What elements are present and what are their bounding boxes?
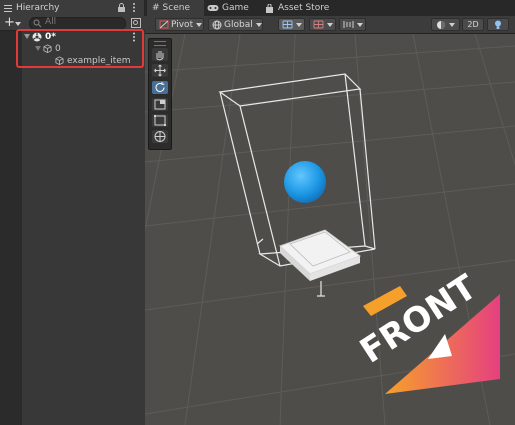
list-icon (4, 5, 12, 12)
chevron-down-icon (255, 22, 262, 27)
global-dropdown[interactable]: Global (208, 18, 263, 31)
gamepad-icon (207, 5, 219, 11)
mode-2d-button[interactable]: 2D (462, 18, 484, 31)
kebab-menu-icon[interactable] (132, 2, 136, 16)
front-orientation-gizmo: FRONT (353, 267, 500, 394)
pivot-dropdown[interactable]: Pivot (155, 18, 204, 31)
scene-viewport[interactable]: FRONT (145, 34, 515, 425)
increment-snap-button[interactable] (309, 18, 336, 31)
tab-game[interactable]: Game (207, 0, 262, 16)
move-arrows-icon (154, 64, 166, 77)
scene-tools-overlay (148, 38, 172, 150)
grid-snapping-button[interactable] (278, 18, 305, 31)
rotate-icon (155, 82, 165, 92)
sphere-object (284, 161, 326, 203)
tab-asset-store[interactable]: Asset Store (265, 0, 355, 16)
chevron-down-icon (296, 22, 302, 27)
lighting-toggle[interactable] (487, 18, 509, 31)
chevron-down-icon (327, 22, 333, 27)
globe-icon (212, 20, 222, 29)
rotate-tool-button[interactable] (152, 81, 168, 94)
global-label: Global (224, 19, 253, 30)
add-button[interactable]: + (4, 15, 15, 30)
chevron-down-icon (449, 22, 455, 27)
chevron-down-icon (196, 22, 203, 27)
scale-icon (154, 99, 166, 110)
transform-tool-button[interactable] (152, 130, 168, 143)
search-placeholder: All (45, 17, 57, 27)
tab-label: Game (222, 3, 249, 13)
drag-handle-icon[interactable] (154, 41, 166, 46)
draw-mode-dropdown[interactable] (431, 18, 460, 31)
scale-tool-button[interactable] (152, 98, 168, 111)
hand-icon (156, 51, 164, 61)
snap-increment-icon (313, 20, 324, 29)
add-dropdown-icon[interactable] (15, 22, 21, 26)
tab-scene[interactable]: # Scene (147, 0, 204, 16)
lock-icon[interactable] (117, 3, 126, 16)
transform-gizmo-icon (154, 131, 166, 142)
pivot-icon (159, 20, 169, 29)
pivot-label: Pivot (171, 19, 194, 30)
shopping-bag-icon (266, 3, 273, 13)
search-icon (33, 19, 42, 28)
grid-snap-icon (282, 20, 293, 29)
rect-tool-button[interactable] (152, 114, 168, 127)
scene-grid-drawing: FRONT (145, 34, 515, 425)
tab-label: Scene (162, 3, 190, 13)
selection-highlight-box (16, 29, 144, 68)
align-dropdown[interactable] (339, 18, 366, 31)
chevron-down-icon (357, 22, 363, 27)
lightbulb-icon (495, 20, 501, 29)
hierarchy-tab-label: Hierarchy (16, 3, 60, 13)
tab-label: Asset Store (278, 3, 330, 13)
shading-sphere-icon (437, 20, 445, 29)
rect-transform-icon (154, 115, 166, 126)
align-icon (343, 21, 354, 28)
move-tool-button[interactable] (152, 64, 168, 77)
grid-icon: # (152, 3, 160, 13)
hand-tool-button[interactable] (152, 48, 168, 61)
